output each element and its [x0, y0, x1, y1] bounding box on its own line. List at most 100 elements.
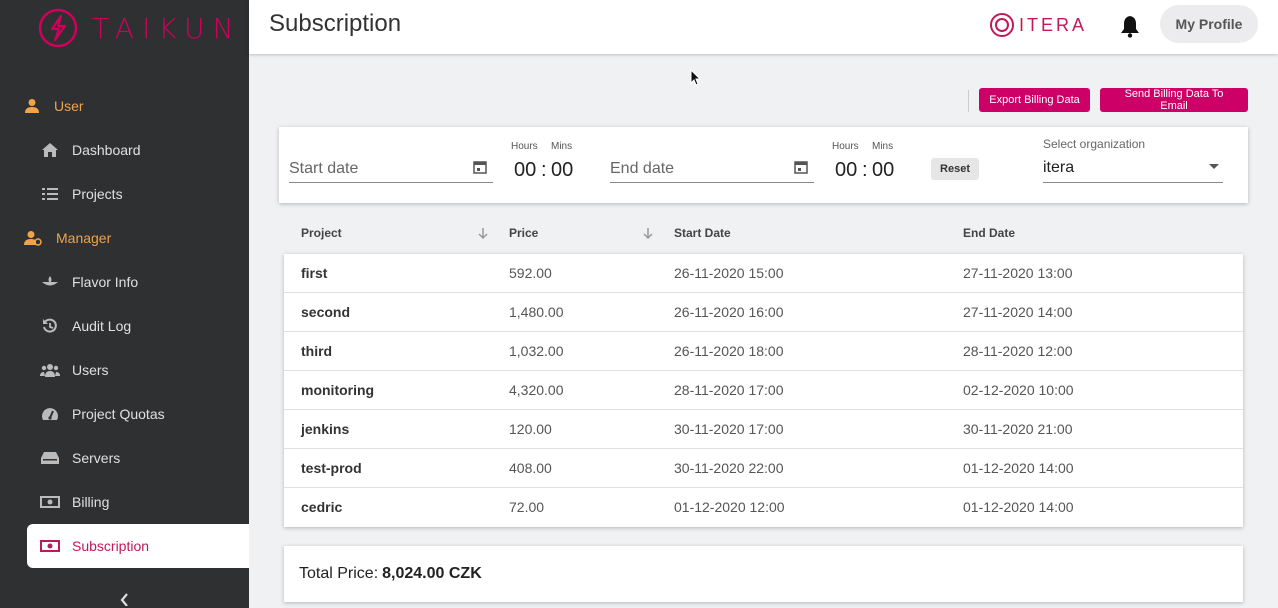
sidebar-item-label: Billing [72, 494, 110, 510]
sidebar-item-label: Subscription [72, 538, 150, 554]
page-title: Subscription [269, 10, 402, 37]
organization-select-value: itera [1043, 158, 1075, 176]
notifications-button[interactable] [1119, 14, 1141, 43]
start-hours-label: Hours [511, 141, 538, 152]
cell-project: jenkins [301, 421, 350, 437]
cell-start-date: 26-11-2020 18:00 [674, 343, 784, 359]
cell-start-date: 30-11-2020 17:00 [674, 421, 784, 437]
bell-icon [1121, 16, 1139, 38]
history-icon [40, 316, 60, 336]
logo-text: TAIKUN [92, 11, 242, 45]
taikun-logo[interactable]: TAIKUN [38, 8, 241, 48]
cell-project: cedric [301, 499, 343, 515]
table-row[interactable]: monitoring 4,320.00 28-11-2020 17:00 02-… [284, 371, 1243, 410]
table-row[interactable]: first 592.00 26-11-2020 15:00 27-11-2020… [284, 254, 1243, 293]
sidebar-item-project-quotas[interactable]: Project Quotas [0, 392, 249, 436]
server-icon [40, 448, 60, 468]
sidebar-item-label: Project Quotas [72, 406, 165, 422]
chevron-left-icon [120, 593, 128, 607]
sidebar-item-subscription[interactable]: Subscription [27, 524, 249, 568]
cell-end-date: 27-11-2020 13:00 [963, 265, 1073, 281]
cell-end-date: 01-12-2020 14:00 [963, 499, 1074, 515]
table-row[interactable]: test-prod 408.00 30-11-2020 22:00 01-12-… [284, 449, 1243, 488]
cell-start-date: 28-11-2020 17:00 [674, 382, 784, 398]
sidebar-item-label: Servers [72, 450, 121, 466]
time-separator: : [541, 159, 547, 181]
mouse-cursor-icon [690, 69, 702, 86]
manager-icon [24, 231, 42, 246]
sidebar-item-label: Flavor Info [72, 274, 139, 290]
home-icon [40, 140, 60, 160]
table-row[interactable]: cedric 72.00 01-12-2020 12:00 01-12-2020… [284, 488, 1243, 527]
gauge-icon [40, 404, 60, 424]
start-date-field[interactable]: Start date [289, 155, 493, 183]
cell-price: 1,480.00 [509, 304, 564, 320]
sidebar-item-flavor-info[interactable]: Flavor Info [0, 260, 249, 304]
cell-price: 4,320.00 [509, 382, 564, 398]
cell-price: 408.00 [509, 460, 552, 476]
calendar-icon[interactable] [794, 160, 808, 179]
user-icon [25, 99, 39, 113]
cell-start-date: 30-11-2020 22:00 [674, 460, 784, 476]
cell-end-date: 01-12-2020 14:00 [963, 460, 1074, 476]
toolbar-divider [968, 90, 969, 112]
list-icon [40, 184, 60, 204]
end-date-field[interactable]: End date [610, 155, 814, 183]
table-row[interactable]: jenkins 120.00 30-11-2020 17:00 30-11-20… [284, 410, 1243, 449]
total-price-card: Total Price: 8,024.00 CZK [284, 546, 1243, 602]
end-mins-label: Mins [872, 141, 894, 152]
subscription-table: first 592.00 26-11-2020 15:00 27-11-2020… [284, 254, 1243, 527]
column-header-project[interactable]: Project [301, 226, 342, 240]
filter-card: Start date Hours Mins 00 : 00 End date H… [279, 127, 1248, 203]
sidebar-item-billing[interactable]: Billing [0, 480, 249, 524]
total-price-value: 8,024.00 CZK [382, 565, 482, 582]
sidebar-item-label: Audit Log [72, 318, 132, 334]
sidebar-item-projects[interactable]: Projects [0, 172, 249, 216]
sidebar-item-dashboard[interactable]: Dashboard [0, 128, 249, 172]
flavor-icon [40, 272, 60, 292]
sidebar-item-users[interactable]: Users [0, 348, 249, 392]
my-profile-button[interactable]: My Profile [1160, 5, 1258, 43]
sidebar-item-label: Users [72, 362, 109, 378]
sidebar-section-user[interactable]: User [0, 84, 249, 128]
export-billing-data-button[interactable]: Export Billing Data [979, 88, 1090, 112]
org-logo-text: ITERA [1019, 14, 1088, 35]
reset-button[interactable]: Reset [931, 158, 979, 180]
cell-end-date: 30-11-2020 21:00 [963, 421, 1073, 437]
table-row[interactable]: second 1,480.00 26-11-2020 16:00 27-11-2… [284, 293, 1243, 332]
organization-select[interactable]: itera [1043, 153, 1223, 183]
money-icon [40, 492, 60, 512]
cell-project: second [301, 304, 351, 320]
send-billing-data-email-button[interactable]: Send Billing Data To Email [1100, 88, 1248, 112]
cell-end-date: 27-11-2020 14:00 [963, 304, 1073, 320]
column-header-end-date[interactable]: End Date [963, 226, 1015, 240]
start-mins-label: Mins [551, 141, 573, 152]
organization-logo: ITERA [989, 12, 1087, 38]
itera-logo-icon [990, 13, 1014, 37]
taikun-logo-icon [38, 8, 78, 48]
table-row[interactable]: third 1,032.00 26-11-2020 18:00 28-11-20… [284, 332, 1243, 371]
sort-arrow-icon[interactable] [642, 227, 654, 240]
column-header-price[interactable]: Price [509, 226, 538, 240]
sort-arrow-icon[interactable] [477, 227, 489, 240]
sidebar-item-servers[interactable]: Servers [0, 436, 249, 480]
end-mins-input[interactable]: 00 [872, 159, 894, 182]
sidebar-item-audit-log[interactable]: Audit Log [0, 304, 249, 348]
cell-start-date: 26-11-2020 16:00 [674, 304, 784, 320]
end-hours-label: Hours [832, 141, 859, 152]
total-price-label: Total Price: [299, 565, 379, 582]
sidebar-section-label: Manager [56, 230, 112, 246]
collapse-sidebar-button[interactable] [112, 592, 136, 607]
cell-price: 592.00 [509, 265, 552, 281]
calendar-icon[interactable] [473, 160, 487, 179]
end-hours-input[interactable]: 00 [835, 159, 857, 182]
cell-end-date: 28-11-2020 12:00 [963, 343, 1073, 359]
time-separator: : [862, 159, 868, 181]
column-header-start-date[interactable]: Start Date [674, 226, 731, 240]
cell-project: first [301, 265, 328, 281]
start-mins-input[interactable]: 00 [551, 159, 573, 182]
sidebar-section-manager[interactable]: Manager [0, 216, 249, 260]
cell-price: 120.00 [509, 421, 552, 437]
start-hours-input[interactable]: 00 [514, 159, 536, 182]
money-icon [40, 536, 60, 556]
